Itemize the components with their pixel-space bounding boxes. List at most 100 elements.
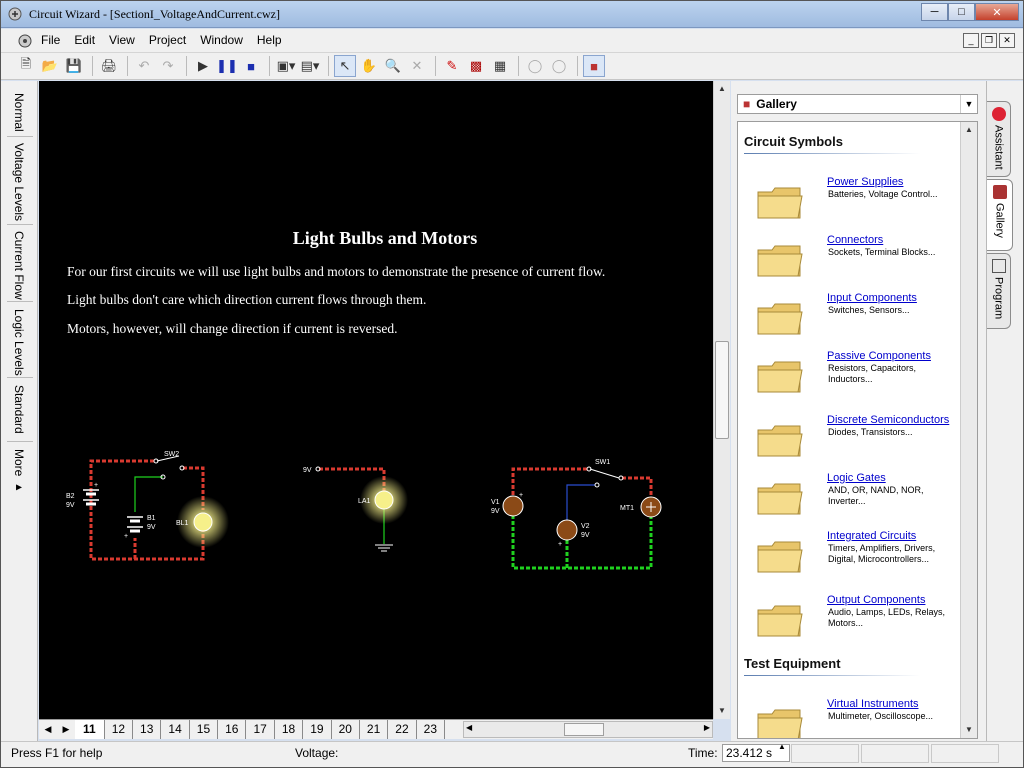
page-tab-18[interactable]: 18 [275, 720, 304, 739]
scroll-up-icon[interactable]: ▲ [714, 81, 730, 97]
scroll-right-icon[interactable]: ▶ [704, 723, 710, 732]
scroll-thumb[interactable] [715, 341, 729, 439]
folder-icon [756, 356, 804, 394]
gallery-item-link[interactable]: Logic Gates [827, 472, 886, 484]
label-plus-v2: + [558, 541, 562, 548]
scroll-down-icon[interactable]: ▼ [714, 703, 730, 719]
rotate-left-icon[interactable]: ◯ [524, 55, 546, 77]
gallery-item[interactable]: Power Supplies Batteries, Voltage Control… [746, 176, 958, 226]
circuit-canvas[interactable]: Light Bulbs and Motors For our first cir… [39, 81, 713, 719]
canvas-horizontal-scrollbar[interactable]: ◀ ▶ [463, 721, 713, 738]
gallery-scrollbar[interactable]: ▲ ▼ [960, 122, 977, 738]
gallery-section-heading: Test Equipment [744, 656, 841, 671]
page-tab-19[interactable]: 19 [303, 720, 332, 739]
page-tab-16[interactable]: 16 [218, 720, 247, 739]
pan-hand-icon[interactable]: ✋ [358, 55, 380, 77]
analyze-icon[interactable]: ▦ [489, 55, 511, 77]
open-folder-icon[interactable]: 📂 [39, 55, 61, 77]
gallery-scroll-up-icon[interactable]: ▲ [961, 122, 977, 138]
next-page-icon[interactable]: ▶ [60, 724, 72, 735]
tab-current-flow[interactable]: Current Flow [1, 231, 37, 300]
rotate-right-icon[interactable]: ◯ [548, 55, 570, 77]
gallery-item[interactable]: Integrated Circuits Timers, Amplifiers, D… [746, 530, 958, 580]
save-icon[interactable]: 💾 [63, 55, 85, 77]
gallery-item-link[interactable]: Power Supplies [827, 176, 903, 188]
gallery-item[interactable]: Input Components Switches, Sensors... [746, 292, 958, 342]
layout-icon[interactable]: ▤▾ [299, 55, 321, 77]
menu-help[interactable]: Help [257, 33, 282, 47]
gallery-item-description: AND, OR, NAND, NOR, Inverter... [828, 485, 924, 506]
redo-icon[interactable]: ↷ [157, 55, 179, 77]
gallery-item-link[interactable]: Integrated Circuits [827, 530, 916, 542]
tab-voltage-levels[interactable]: Voltage Levels [1, 143, 37, 221]
play-icon[interactable]: ▶ [192, 55, 214, 77]
page-tab-14[interactable]: 14 [161, 720, 190, 739]
tab-normal[interactable]: Normal [1, 93, 37, 132]
page-tab-12[interactable]: 12 [105, 720, 134, 739]
voltmeter-v1-icon [502, 495, 524, 517]
tab-program[interactable]: Program [987, 253, 1011, 329]
pause-icon[interactable]: ❚❚ [216, 55, 238, 77]
prev-page-icon[interactable]: ◀ [42, 724, 54, 735]
gallery-item-link[interactable]: Discrete Semiconductors [827, 414, 949, 426]
minimize-button[interactable]: ─ [921, 3, 948, 21]
delete-icon[interactable]: ✕ [406, 55, 428, 77]
gallery-item[interactable]: Discrete Semiconductors Diodes, Transisto… [746, 414, 958, 464]
gallery-item[interactable]: Output Components Audio, Lamps, LEDs, Rel… [746, 594, 958, 644]
folder-icon [756, 600, 804, 638]
gallery-toggle-icon[interactable]: ■ [583, 55, 605, 77]
mdi-restore-button[interactable]: ❐ [981, 33, 997, 48]
folder-icon [756, 704, 804, 738]
menu-edit[interactable]: Edit [74, 33, 95, 47]
menu-project[interactable]: Project [149, 33, 186, 47]
new-icon[interactable]: 🗎 [15, 55, 37, 77]
maximize-button[interactable]: □ [948, 3, 975, 21]
gallery-dropdown[interactable]: ■ Gallery ▼ [737, 94, 978, 114]
menu-view[interactable]: View [109, 33, 135, 47]
mdi-close-button[interactable]: ✕ [999, 33, 1015, 48]
page-tab-22[interactable]: 22 [388, 720, 417, 739]
window-title: Circuit Wizard - [SectionI_VoltageAndCur… [29, 7, 280, 21]
menu-window[interactable]: Window [200, 33, 243, 47]
page-tab-23[interactable]: 23 [417, 720, 445, 739]
page-tab-21[interactable]: 21 [360, 720, 389, 739]
tab-standard[interactable]: Standard [1, 385, 37, 434]
mdi-minimize-button[interactable]: _ [963, 33, 979, 48]
time-spinner-icon[interactable]: ▲ [778, 742, 786, 751]
tab-gallery[interactable]: Gallery [987, 179, 1013, 251]
document-icon[interactable] [17, 33, 33, 49]
close-button[interactable]: ✕ [975, 3, 1019, 21]
page-tab-15[interactable]: 15 [190, 720, 219, 739]
gallery-item-link[interactable]: Input Components [827, 292, 917, 304]
gallery-item-link[interactable]: Output Components [827, 594, 925, 606]
gallery-item[interactable]: Connectors Sockets, Terminal Blocks... [746, 234, 958, 284]
label-plus-b2: + [94, 482, 98, 489]
page-tab-17[interactable]: 17 [246, 720, 275, 739]
page-tab-20[interactable]: 20 [332, 720, 360, 739]
gallery-item[interactable]: Virtual Instruments Multimeter, Oscillosc… [746, 698, 958, 738]
scroll-left-icon[interactable]: ◀ [466, 723, 472, 732]
zoom-icon[interactable]: 🔍 [382, 55, 404, 77]
stop-icon[interactable]: ■ [240, 55, 262, 77]
undo-icon[interactable]: ↶ [133, 55, 155, 77]
gallery-item-link[interactable]: Connectors [827, 234, 883, 246]
gallery-item-link[interactable]: Virtual Instruments [827, 698, 919, 710]
gallery-item[interactable]: Passive Components Resistors, Capacitors,… [746, 350, 958, 400]
chevron-down-icon[interactable]: ▼ [960, 95, 977, 113]
tab-logic-levels[interactable]: Logic Levels [1, 309, 37, 376]
page-tab-13[interactable]: 13 [133, 720, 162, 739]
menu-file[interactable]: File [41, 33, 60, 47]
probe-icon[interactable]: ✎ [441, 55, 463, 77]
print-icon[interactable]: 🖨 [98, 55, 120, 77]
gallery-item[interactable]: Logic Gates AND, OR, NAND, NOR, Inverter.… [746, 472, 958, 522]
tab-assistant[interactable]: Assistant [987, 101, 1011, 177]
hscroll-thumb[interactable] [564, 723, 604, 736]
gallery-scroll-down-icon[interactable]: ▼ [961, 722, 977, 738]
canvas-vertical-scrollbar[interactable]: ▲ ▼ [713, 81, 730, 719]
gallery-item-link[interactable]: Passive Components [827, 350, 931, 362]
page-tab-11[interactable]: 11 [75, 720, 105, 739]
component-icon[interactable]: ▣▾ [275, 55, 297, 77]
select-pointer-icon[interactable]: ↖ [334, 55, 356, 77]
graph-icon[interactable]: ▩ [465, 55, 487, 77]
tab-more[interactable]: More ▸ [1, 449, 37, 494]
